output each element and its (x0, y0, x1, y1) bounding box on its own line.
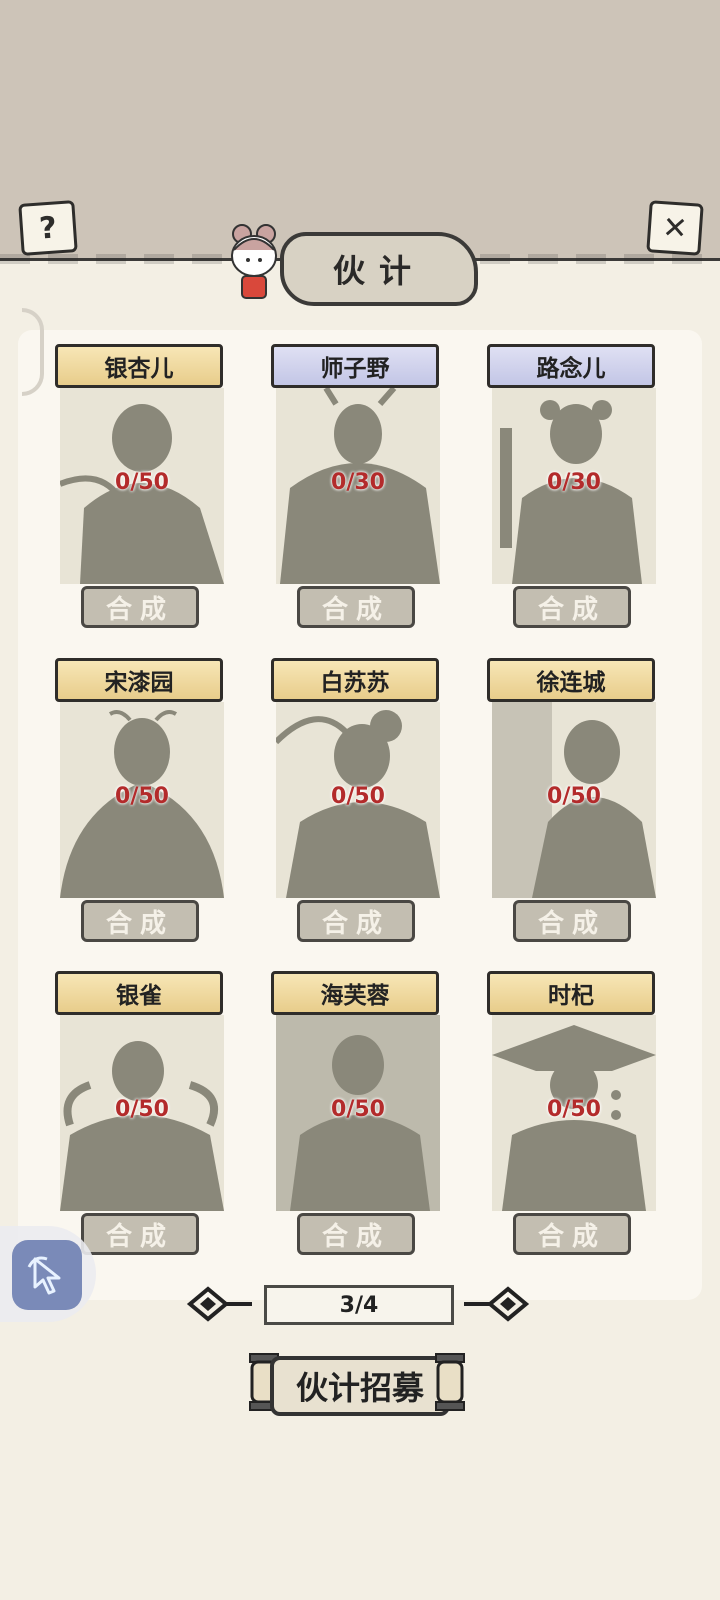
help-button[interactable]: ? (18, 200, 78, 256)
shard-count: 0/50 (115, 1097, 169, 1122)
close-button[interactable]: ✕ (646, 200, 704, 256)
lantern-icon (435, 1353, 465, 1411)
close-icon: ✕ (661, 209, 689, 247)
recruit-button[interactable]: 伙计招募 (270, 1356, 450, 1416)
touch-pointer-icon (27, 1256, 61, 1295)
shard-count: 0/50 (115, 470, 169, 495)
question-icon: ? (38, 209, 58, 247)
shard-count: 0/30 (547, 470, 601, 495)
partner-card[interactable]: 路念儿 0/30 合成 (487, 344, 656, 628)
partner-name: 路念儿 (487, 344, 655, 388)
page-indicator: 3/4 (264, 1285, 454, 1325)
synthesize-button[interactable]: 合成 (81, 900, 199, 942)
partner-name: 宋漆园 (55, 658, 223, 702)
prev-page-arrow-icon[interactable] (186, 1283, 256, 1325)
synthesize-button[interactable]: 合成 (81, 1213, 199, 1255)
synthesize-button[interactable]: 合成 (297, 586, 415, 628)
page-title: 伙计 (280, 232, 478, 306)
partner-card[interactable]: 时杞 0/50 合成 (487, 971, 656, 1255)
shard-count: 0/50 (547, 1097, 601, 1122)
partner-name: 海芙蓉 (271, 971, 439, 1015)
mascot-icon (231, 224, 277, 299)
shard-count: 0/50 (331, 784, 385, 809)
partner-name: 银雀 (55, 971, 223, 1015)
synthesize-button[interactable]: 合成 (513, 900, 631, 942)
synthesize-button[interactable]: 合成 (513, 1213, 631, 1255)
partner-card[interactable]: 白苏苏 0/50 合成 (271, 658, 440, 942)
shard-count: 0/50 (331, 1097, 385, 1122)
shard-count: 0/50 (547, 784, 601, 809)
partner-card[interactable]: 海芙蓉 0/50 合成 (271, 971, 440, 1255)
partner-card[interactable]: 师子野 0/30 合成 (271, 344, 440, 628)
partner-name: 白苏苏 (271, 658, 439, 702)
synthesize-button[interactable]: 合成 (297, 1213, 415, 1255)
partner-name: 师子野 (271, 344, 439, 388)
partner-card[interactable]: 徐连城 0/50 合成 (487, 658, 656, 942)
partner-name: 银杏儿 (55, 344, 223, 388)
partner-card[interactable]: 银杏儿 0/50 合成 (55, 344, 224, 628)
partner-name: 徐连城 (487, 658, 655, 702)
partner-name: 时杞 (487, 971, 655, 1015)
partner-card[interactable]: 银雀 0/50 合成 (55, 971, 224, 1255)
partner-card[interactable]: 宋漆园 0/50 合成 (55, 658, 224, 942)
synthesize-button[interactable]: 合成 (297, 900, 415, 942)
synthesize-button[interactable]: 合成 (81, 586, 199, 628)
next-page-arrow-icon[interactable] (460, 1283, 530, 1325)
top-background (0, 0, 720, 258)
shard-count: 0/50 (115, 784, 169, 809)
side-tab[interactable] (22, 308, 44, 396)
synthesize-button[interactable]: 合成 (513, 586, 631, 628)
shard-count: 0/30 (331, 470, 385, 495)
floating-assistant-button[interactable] (0, 1226, 96, 1322)
